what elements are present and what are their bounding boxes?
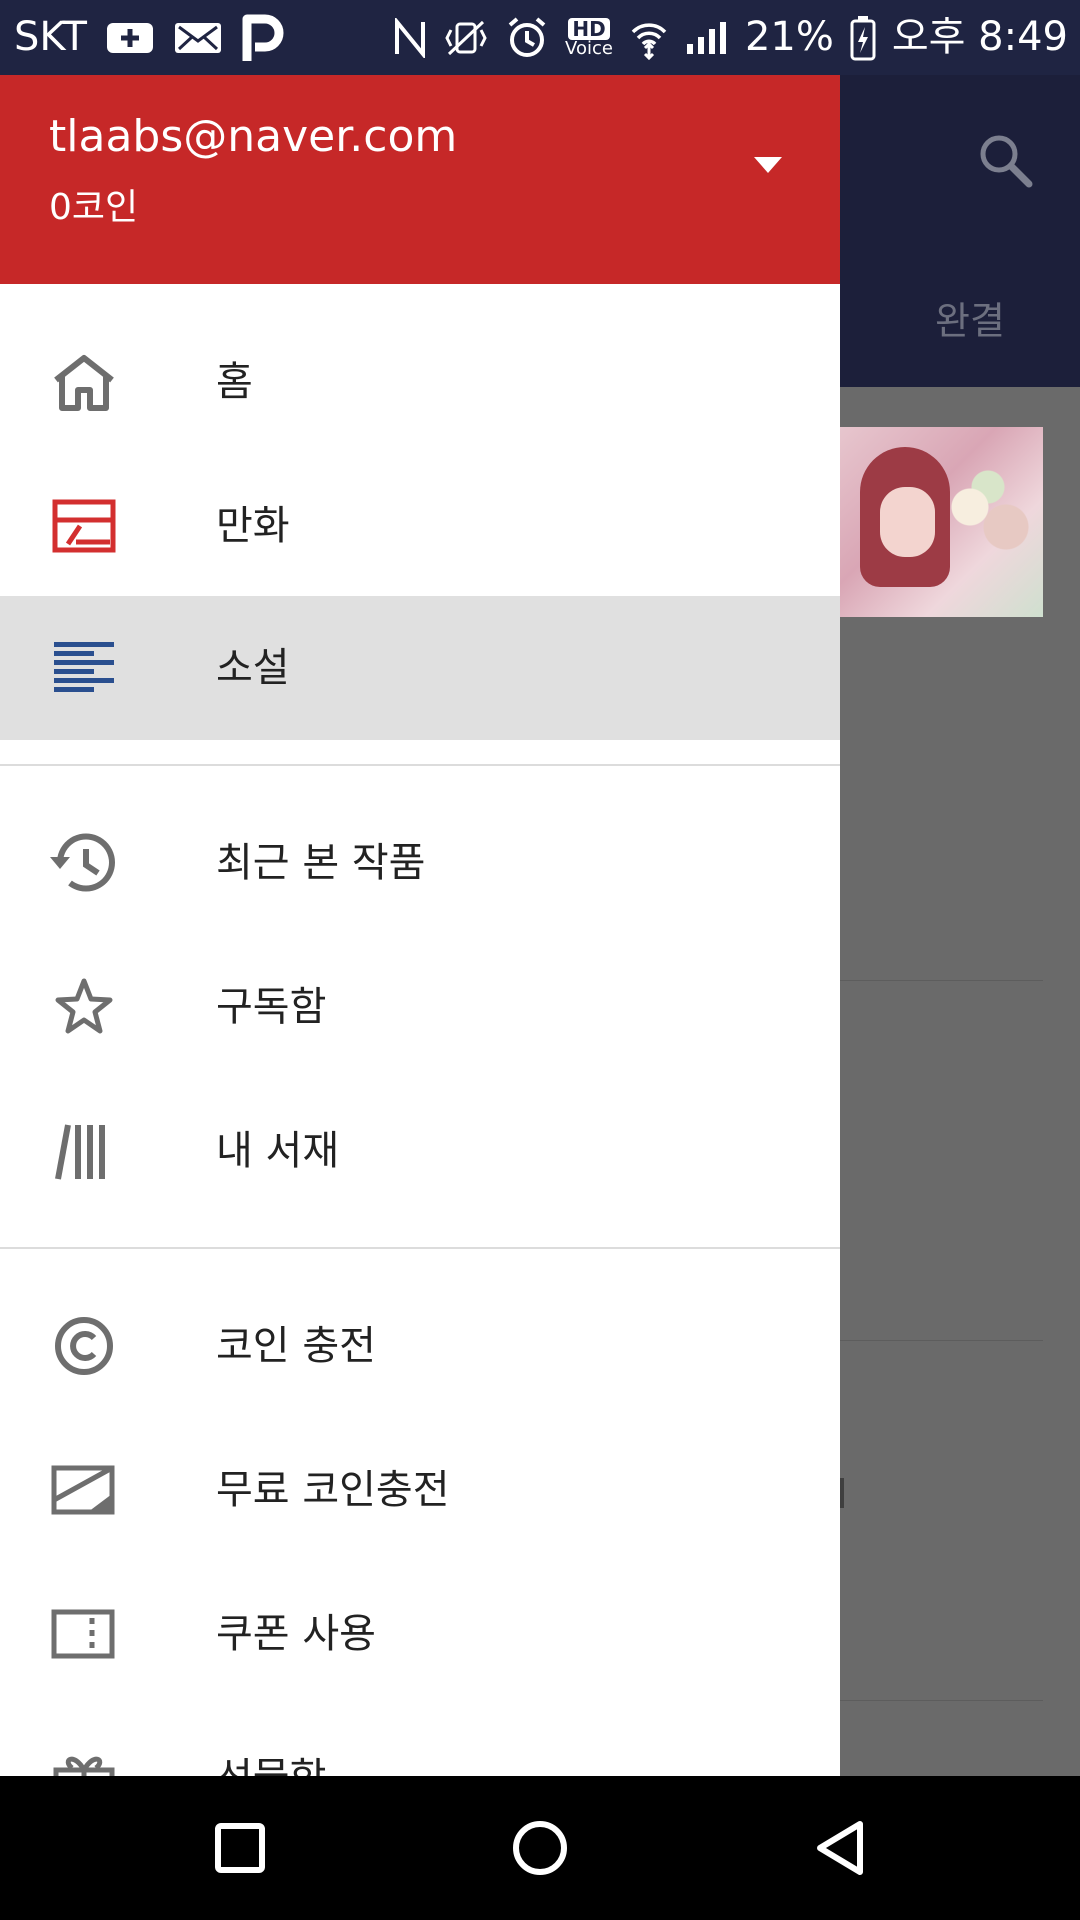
- menu-item-recent[interactable]: 최근 본 작품: [0, 791, 840, 935]
- tab-completed[interactable]: 완결: [935, 290, 1005, 345]
- menu-label: 홈: [216, 359, 253, 405]
- hd-label: HD: [568, 17, 610, 40]
- gift-icon: [48, 1748, 120, 1776]
- clock: 오후 8:49: [891, 14, 1068, 60]
- voice-label: Voice: [565, 37, 613, 59]
- account-email: tlaabs@naver.com: [49, 111, 458, 162]
- menu-item-free-coins[interactable]: 무료 코인충전: [0, 1418, 840, 1562]
- library-icon: [48, 1121, 120, 1181]
- novel-cover-thumbnail[interactable]: [840, 427, 1043, 617]
- p-app-icon: [241, 13, 285, 63]
- battery-charging-icon: [850, 15, 876, 61]
- menu-item-home[interactable]: 홈: [0, 310, 840, 454]
- list-divider: [840, 980, 1043, 981]
- list-text-fragment: [840, 1478, 844, 1508]
- menu-item-novels[interactable]: 소설: [0, 596, 840, 740]
- alarm-icon: [505, 16, 549, 60]
- menu-label: 최근 본 작품: [216, 840, 426, 886]
- back-icon[interactable]: [810, 1818, 870, 1878]
- coin-icon: [48, 1316, 120, 1376]
- list-divider: [840, 1700, 1043, 1701]
- account-header[interactable]: tlaabs@naver.com 0코인: [0, 75, 840, 284]
- nfc-icon: [393, 17, 427, 58]
- wifi-icon: [629, 16, 669, 60]
- recent-apps-icon[interactable]: [210, 1818, 270, 1878]
- list-divider: [840, 1340, 1043, 1341]
- menu-item-gift-box[interactable]: 선물함: [0, 1706, 840, 1776]
- novel-icon: [48, 638, 120, 698]
- coin-balance: 0코인: [49, 187, 139, 228]
- menu-label: 선물함: [216, 1706, 326, 1776]
- menu-label: 쿠폰 사용: [216, 1611, 376, 1657]
- hd-voice-icon: HD Voice: [565, 17, 613, 59]
- section-divider: [0, 764, 840, 766]
- star-icon: [48, 977, 120, 1037]
- section-divider: [0, 1247, 840, 1249]
- status-bar: SKT HD Voice 21% 오후 8:49: [0, 0, 1080, 75]
- menu-item-coupon[interactable]: 쿠폰 사용: [0, 1562, 840, 1706]
- add-icon: [105, 21, 155, 55]
- mail-icon: [173, 21, 223, 55]
- menu-label: 구독함: [216, 984, 327, 1030]
- free-coin-icon: [48, 1460, 120, 1520]
- menu-label: 내 서재: [216, 1128, 340, 1174]
- battery-percent: 21%: [744, 14, 834, 60]
- menu-item-library[interactable]: 내 서재: [0, 1079, 840, 1223]
- coupon-icon: [48, 1604, 120, 1664]
- menu-item-subscriptions[interactable]: 구독함: [0, 935, 840, 1079]
- comic-icon: [48, 496, 120, 556]
- menu-label: 코인 충전: [216, 1323, 376, 1369]
- menu-item-coin-charge[interactable]: 코인 충전: [0, 1274, 840, 1418]
- home-button-icon[interactable]: [510, 1818, 570, 1878]
- history-icon: [48, 833, 120, 893]
- menu-label: 무료 코인충전: [216, 1467, 450, 1513]
- menu-label: 만화: [216, 503, 290, 549]
- search-icon[interactable]: [975, 130, 1035, 194]
- menu-label: 소설: [216, 645, 290, 691]
- home-icon: [48, 352, 120, 412]
- vibrate-icon: [443, 18, 489, 58]
- signal-icon: [685, 20, 729, 56]
- carrier-name: SKT: [14, 14, 87, 60]
- system-navigation-bar: [0, 1776, 1080, 1920]
- dropdown-arrow-icon[interactable]: [752, 155, 784, 175]
- menu-item-comics[interactable]: 만화: [0, 454, 840, 598]
- navigation-drawer: tlaabs@naver.com 0코인 홈 만화 소설 최근 본 작품 구독함…: [0, 75, 840, 1776]
